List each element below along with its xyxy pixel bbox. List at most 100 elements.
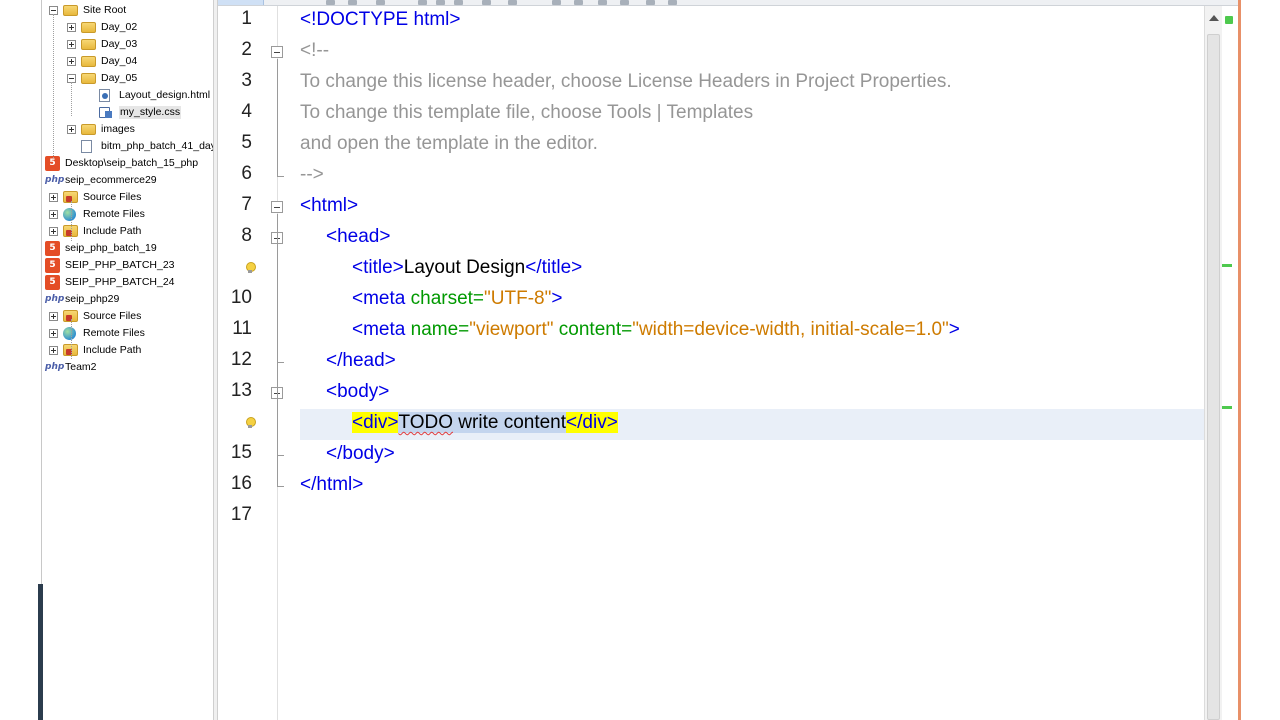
expand-icon[interactable] <box>49 193 58 202</box>
tree-item[interactable]: Remote Files <box>43 325 213 342</box>
lightbulb-hint-icon[interactable] <box>246 417 256 428</box>
tree-item[interactable]: php seip_ecommerce29 <box>43 172 213 189</box>
toolbar-icon[interactable] <box>552 0 561 5</box>
toolbar-icon[interactable] <box>598 0 607 5</box>
code-text-area[interactable]: <!DOCTYPE html> <!-- To change this licens… <box>278 6 1204 720</box>
scrollbar-thumb[interactable] <box>1207 34 1220 720</box>
expand-icon[interactable] <box>67 40 76 49</box>
code-line[interactable]: </body> <box>326 440 395 468</box>
html-file-icon <box>99 89 110 102</box>
fold-toggle-icon[interactable] <box>271 201 283 213</box>
fold-guide-line <box>277 245 278 363</box>
code-line[interactable]: --> <box>300 161 324 189</box>
tree-item[interactable]: my_style.css <box>43 104 213 121</box>
expand-icon[interactable] <box>67 125 76 134</box>
code-line[interactable]: To change this license header, choose Li… <box>300 68 952 96</box>
toolbar-icon[interactable] <box>574 0 583 5</box>
tree-item[interactable]: Day_02 <box>43 19 213 36</box>
expand-icon[interactable] <box>49 227 58 236</box>
tree-item[interactable]: images <box>43 121 213 138</box>
code-token: "UTF-8" <box>484 288 552 309</box>
tree-item[interactable]: Day_03 <box>43 36 213 53</box>
tree-item[interactable]: Source Files <box>43 308 213 325</box>
lightbulb-hint-icon[interactable] <box>246 262 256 273</box>
toolbar-icon[interactable] <box>326 0 335 5</box>
tree-item[interactable]: 5 Desktop\seip_batch_15_php <box>43 155 213 172</box>
folder-icon <box>81 56 96 67</box>
toolbar-icon[interactable] <box>454 0 463 5</box>
line-number: 8 <box>241 225 252 246</box>
toolbar-icon[interactable] <box>348 0 357 5</box>
code-line[interactable]: <meta charset="UTF-8"> <box>352 285 562 313</box>
search-icon[interactable] <box>418 0 427 5</box>
error-stripe <box>1222 6 1238 720</box>
globe-icon <box>63 208 76 221</box>
tree-item[interactable]: Source Files <box>43 189 213 206</box>
code-token: To change this template file, choose Too… <box>300 102 754 123</box>
tree-item-label: Include Path <box>83 225 142 237</box>
code-token: <meta <box>352 288 411 309</box>
toolbar-icon[interactable] <box>376 0 385 5</box>
expand-icon[interactable] <box>67 57 76 66</box>
tree-item[interactable]: Include Path <box>43 223 213 240</box>
tree-item-label: seip_ecommerce29 <box>65 174 157 186</box>
line-number: 6 <box>241 163 252 184</box>
php-project-icon: php <box>45 175 65 185</box>
code-line[interactable]: <meta name="viewport" content="width=dev… <box>352 316 960 344</box>
toolbar-icon[interactable] <box>508 0 517 5</box>
code-line[interactable]: <html> <box>300 192 358 220</box>
tree-item[interactable]: Remote Files <box>43 206 213 223</box>
toolbar-icon[interactable] <box>436 0 445 5</box>
toolbar-icon[interactable] <box>482 0 491 5</box>
tree-item[interactable]: php seip_php29 <box>43 291 213 308</box>
expand-icon[interactable] <box>49 346 58 355</box>
tree-item[interactable]: Day_05 <box>43 70 213 87</box>
code-line[interactable]: <!-- <box>300 37 329 65</box>
tree-item[interactable]: 5 SEIP_PHP_BATCH_24 <box>43 274 213 291</box>
folder-icon <box>81 22 96 33</box>
line-number: 7 <box>241 194 252 215</box>
expand-icon[interactable] <box>49 312 58 321</box>
expand-icon[interactable] <box>49 329 58 338</box>
expand-icon[interactable] <box>49 210 58 219</box>
code-token: Layout Design <box>403 257 526 278</box>
tree-item[interactable]: 5 seip_php_batch_19 <box>43 240 213 257</box>
folder-icon <box>81 39 96 50</box>
project-tree-rows: Site Root Day_02 Day_03 Day_04 Day_05 Layout_… <box>43 2 213 376</box>
tree-item[interactable]: bitm_php_batch_41_day <box>43 138 213 155</box>
tree-item[interactable]: 5 SEIP_PHP_BATCH_23 <box>43 257 213 274</box>
record-macro-icon[interactable] <box>646 0 655 5</box>
tree-item-label: Day_03 <box>101 38 138 50</box>
tree-item[interactable]: Day_04 <box>43 53 213 70</box>
annotation-mark[interactable] <box>1222 264 1232 267</box>
code-line[interactable]: <title>Layout Design</title> <box>352 254 582 282</box>
code-line[interactable]: </head> <box>326 347 396 375</box>
toolbar-icon[interactable] <box>668 0 677 5</box>
code-token: write content <box>453 412 567 433</box>
code-line[interactable]: <head> <box>326 223 390 251</box>
fold-toggle-icon[interactable] <box>271 46 283 58</box>
left-window-strip <box>0 0 44 720</box>
tree-item[interactable]: php Team2 <box>43 359 213 376</box>
toolbar-icon[interactable] <box>620 0 629 5</box>
annotation-mark[interactable] <box>1222 406 1232 409</box>
code-token: --> <box>300 164 324 185</box>
line-number: 17 <box>230 504 252 525</box>
code-token: </div> <box>566 412 618 433</box>
tree-item[interactable]: Include Path <box>43 342 213 359</box>
tree-item[interactable]: Layout_design.html <box>43 87 213 104</box>
code-line[interactable]: and open the template in the editor. <box>300 130 598 158</box>
tree-item[interactable]: Site Root <box>43 2 213 19</box>
code-line[interactable]: <body> <box>326 378 389 406</box>
scroll-up-arrow-icon[interactable] <box>1209 15 1219 21</box>
code-line[interactable]: <div>TODO write content</div> <box>352 409 618 437</box>
code-line[interactable]: <!DOCTYPE html> <box>300 6 461 34</box>
vertical-scrollbar[interactable] <box>1204 6 1222 720</box>
php-project-icon: php <box>45 294 65 304</box>
fold-end-marker <box>277 455 284 456</box>
code-line[interactable]: To change this template file, choose Too… <box>300 99 753 127</box>
expand-icon[interactable] <box>67 23 76 32</box>
code-token: content= <box>553 319 633 340</box>
code-token: > <box>551 288 563 309</box>
code-line[interactable]: </html> <box>300 471 363 499</box>
